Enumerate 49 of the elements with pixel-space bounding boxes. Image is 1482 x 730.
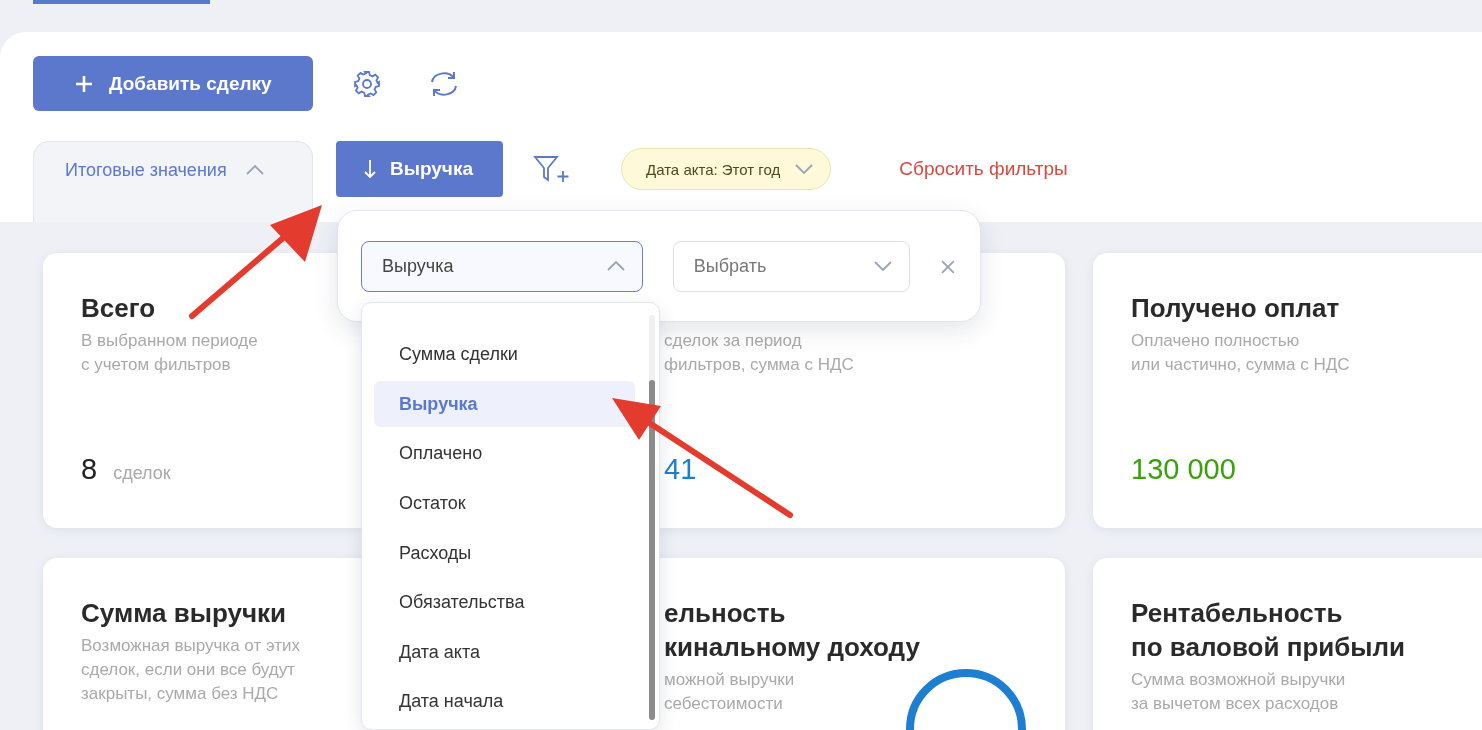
card-description: сделок, если они все будут <box>81 659 295 681</box>
chevron-icon <box>794 162 815 175</box>
card-description: Сумма возможной выручки <box>1131 669 1346 691</box>
dropdown-option[interactable]: Оплачено <box>374 429 491 479</box>
field-select[interactable]: Выручка <box>361 241 643 292</box>
card-description: сделок за период <box>664 330 802 352</box>
card-description: можной выручки <box>664 669 795 691</box>
chevron-icon <box>244 164 265 176</box>
add-deal-button[interactable]: Добавить сделку <box>33 56 313 111</box>
dropdown-option[interactable]: Дата акта <box>374 627 488 678</box>
down-arrow-icon <box>364 159 376 179</box>
reset-filters-link[interactable]: Сбросить фильтры <box>899 158 1068 180</box>
sort-button[interactable]: Выручка <box>336 141 503 197</box>
card-unit: сделок <box>113 463 171 484</box>
add-filter-icon[interactable] <box>533 155 571 183</box>
totals-tab[interactable]: Итоговые значения <box>33 141 313 222</box>
date-filter-chip[interactable]: Дата акта: Этот год <box>621 148 832 190</box>
card-description: себестоимости <box>664 693 783 715</box>
card-title: кинальному доходу <box>664 631 920 664</box>
chevron-icon <box>873 260 894 272</box>
card-description: или частично, сумма с НДС <box>1131 354 1350 376</box>
card-description: фильтров, сумма с НДС <box>664 354 854 376</box>
card-title: Получено оплат <box>1131 292 1340 325</box>
card-description: с учетом фильтров <box>81 354 231 376</box>
card-title: ельность <box>664 597 786 630</box>
card-title: по валовой прибыли <box>1131 631 1406 664</box>
card-description: Оплачено полностью <box>1131 330 1300 352</box>
dropdown-option[interactable]: Остаток <box>374 478 474 529</box>
operator-select[interactable]: Выбрать <box>672 241 911 292</box>
card-description: В выбранном периоде <box>81 330 258 352</box>
dropdown-option[interactable]: Обязательства <box>374 577 533 628</box>
card-description: Возможная выручка от этих <box>81 635 301 657</box>
settings-icon[interactable] <box>353 69 381 98</box>
dropdown-option[interactable]: Выручка <box>374 381 635 428</box>
card-title: Сумма выручки <box>81 597 286 630</box>
dropdown-option[interactable]: Сумма сделки <box>374 330 526 380</box>
scrollbar[interactable] <box>649 315 655 720</box>
card-title: Рентабельность <box>1131 597 1343 630</box>
dropdown-option[interactable]: Расходы <box>374 528 480 578</box>
card-value: 130 000 <box>1131 453 1236 486</box>
chevron-icon <box>605 260 626 272</box>
dropdown-option[interactable]: Дата начала <box>374 677 512 727</box>
plus-icon <box>75 74 93 93</box>
card-value: 41 <box>664 453 697 486</box>
card-title: Всего <box>81 292 156 325</box>
card-description: закрыты, сумма без НДС <box>81 683 279 705</box>
card-value: 8 <box>81 453 98 486</box>
card-description: за вычетом всех расходов <box>1131 693 1339 715</box>
close-icon[interactable] <box>940 259 956 275</box>
